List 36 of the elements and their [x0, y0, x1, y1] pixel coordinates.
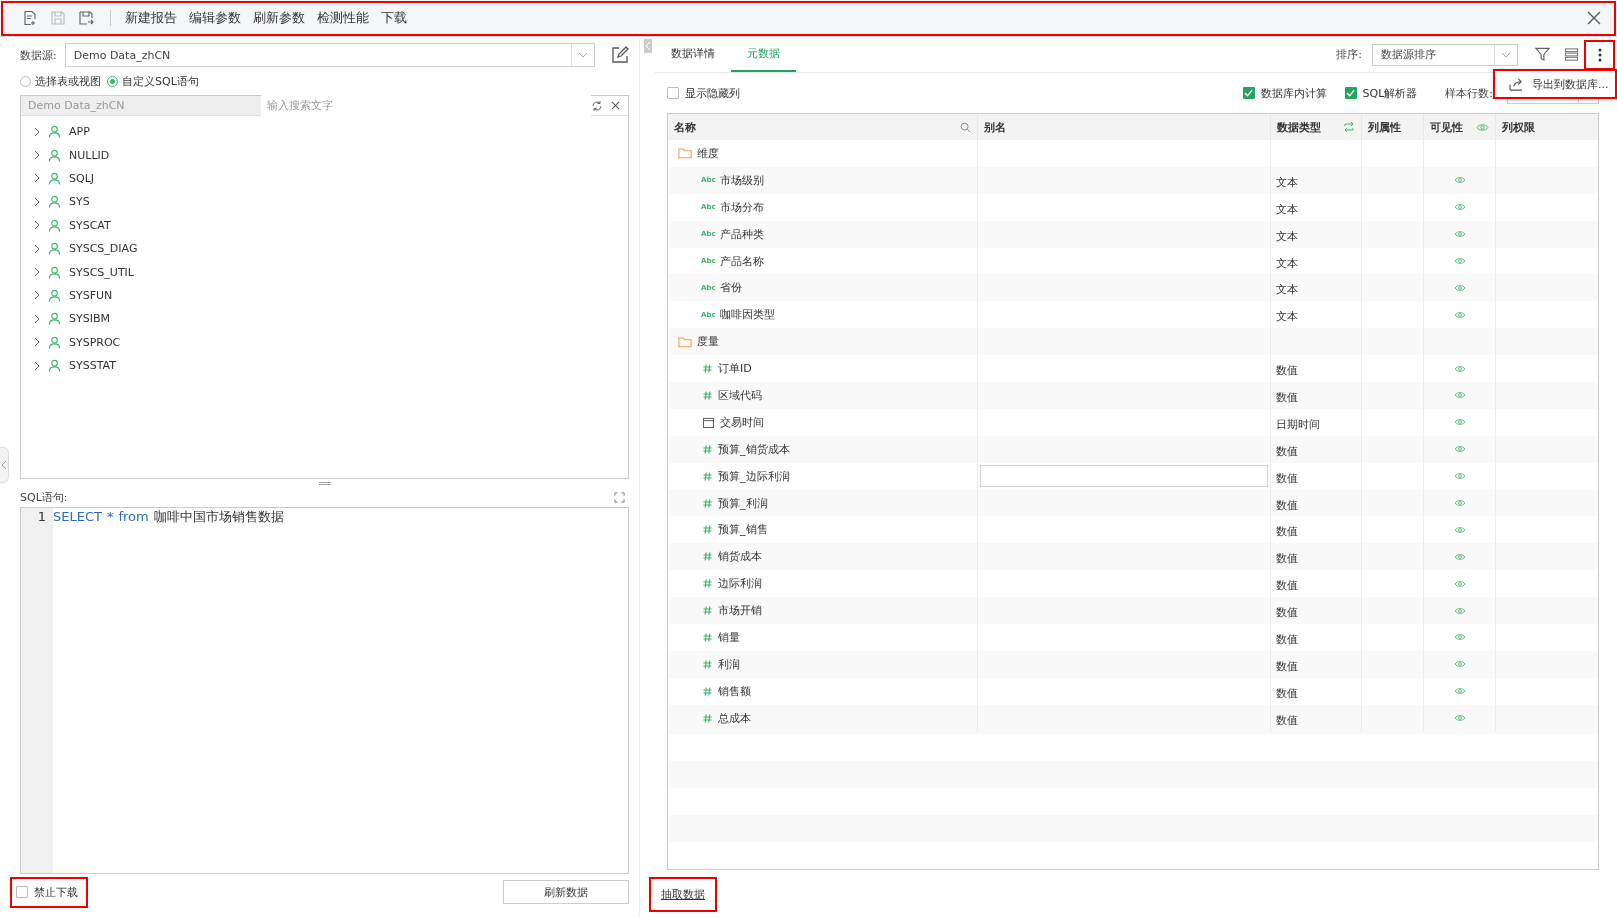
data-type-text: 数值 [1275, 524, 1298, 540]
data-type-text: 数值 [1275, 389, 1298, 405]
code-token: SELECT [53, 508, 102, 526]
code-token: 咖啡中国市场销售数据 [153, 508, 284, 526]
datasource-label: 数据源: [20, 47, 57, 63]
column-header: 别名 [984, 119, 1006, 135]
data-type-text: 数值 [1275, 605, 1298, 621]
data-type-text: 数值 [1275, 470, 1298, 486]
column-header: 数据类型 [1277, 119, 1321, 135]
data-type-text: 数值 [1275, 631, 1298, 647]
data-type-text: 数值 [1275, 443, 1298, 459]
code-token: * [106, 508, 114, 526]
sort-label: 排序: [1336, 47, 1362, 62]
data-type-text: 日期时间 [1275, 416, 1320, 432]
column-header: 列属性 [1368, 119, 1401, 135]
sample-rows-label: 样本行数: [1445, 85, 1493, 101]
line-number: 1 [36, 508, 47, 526]
data-type-text: 数值 [1275, 685, 1298, 701]
data-type-text: 数值 [1275, 497, 1298, 513]
column-header: 列权限 [1502, 119, 1535, 135]
data-type-text: 文本 [1275, 228, 1298, 244]
data-type-text: 文本 [1275, 255, 1298, 271]
data-type-text: 数值 [1275, 712, 1298, 728]
code-token: from [118, 508, 149, 526]
data-type-text: 数值 [1275, 658, 1298, 674]
data-type-text: 文本 [1275, 201, 1298, 217]
data-type-text: 数值 [1275, 363, 1298, 379]
sql-label: SQL语句: [20, 489, 68, 505]
tree-source-label: Demo Data_zhCN [21, 96, 261, 115]
data-type-text: 文本 [1275, 174, 1298, 190]
data-type-text: 文本 [1275, 282, 1298, 298]
data-type-text: 数值 [1275, 551, 1298, 567]
data-type-text: 文本 [1275, 309, 1298, 325]
data-type-text: 数值 [1275, 578, 1298, 594]
column-header: 名称 [674, 119, 696, 135]
column-header: 可见性 [1430, 119, 1463, 135]
